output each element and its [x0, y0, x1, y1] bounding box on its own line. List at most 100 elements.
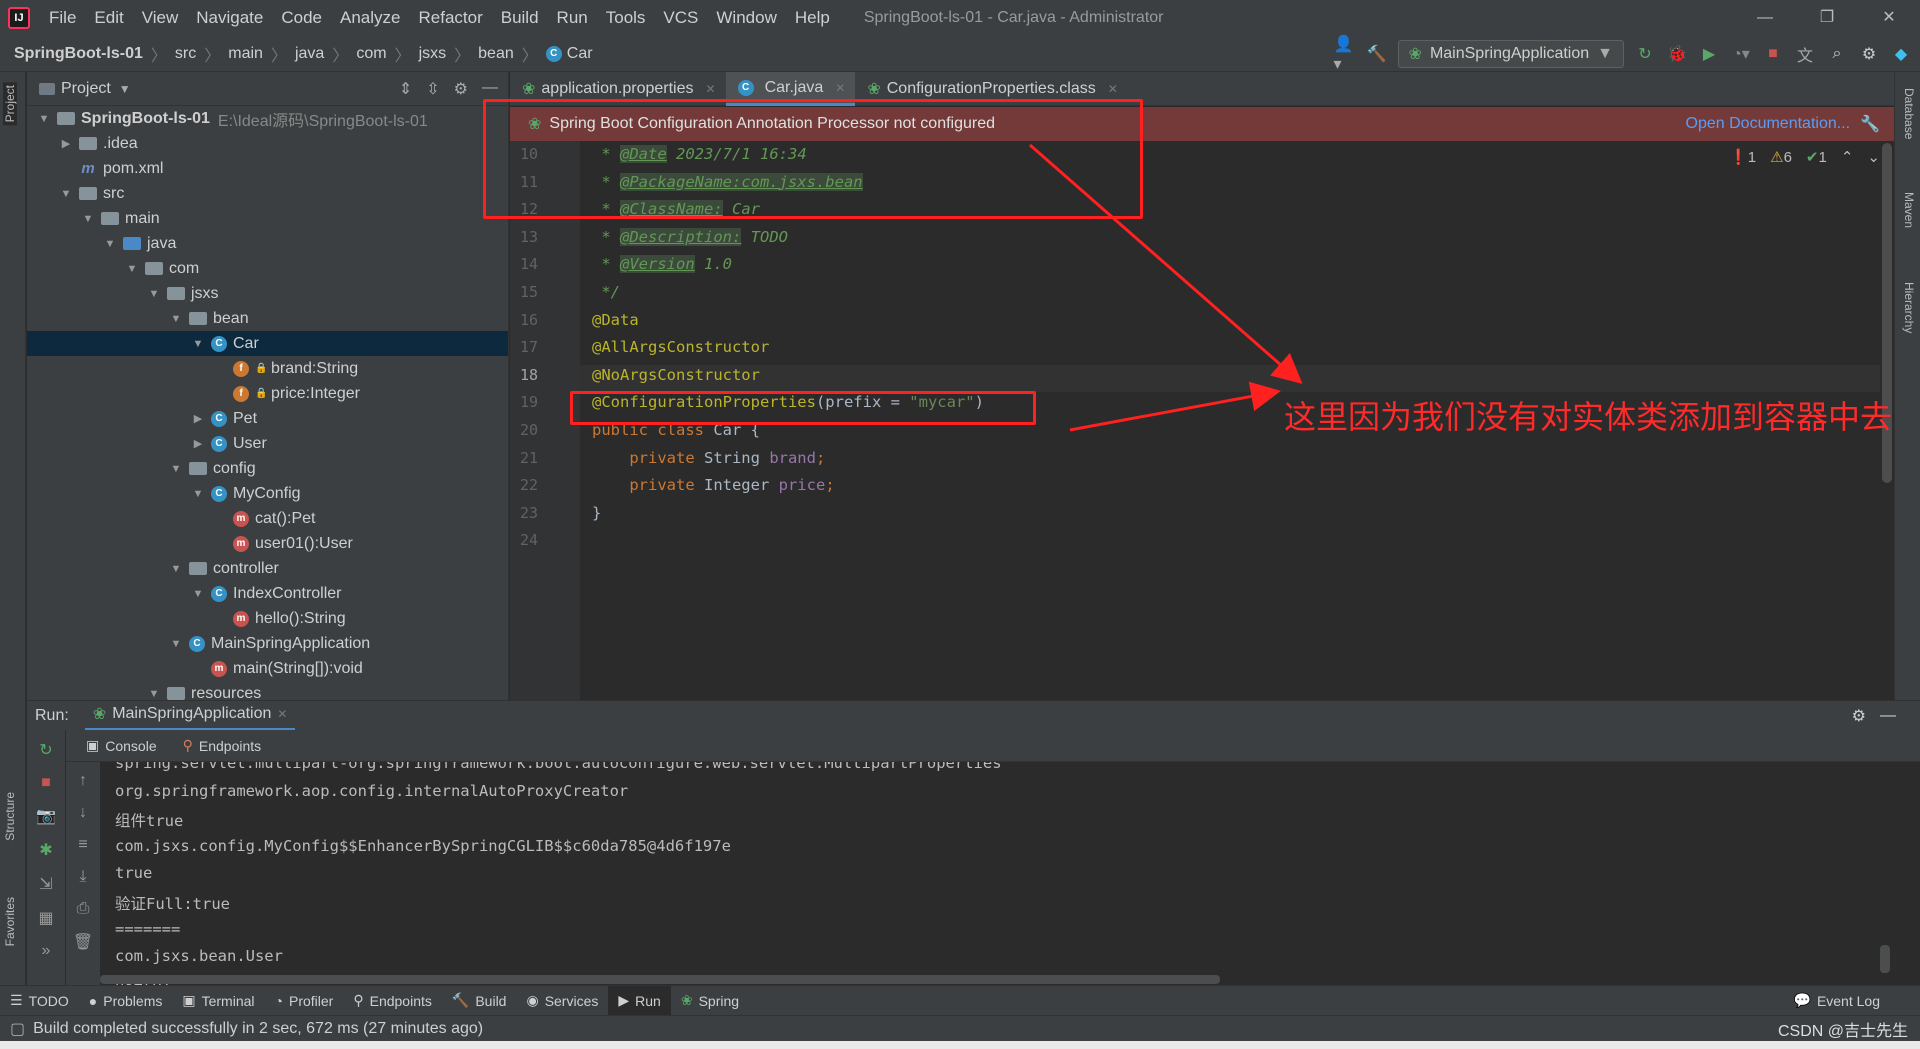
user-icon[interactable]: 👤▾	[1334, 36, 1356, 73]
debug-icon[interactable]: 🐞	[1666, 43, 1688, 65]
tree-item[interactable]: m cat():Pet	[27, 506, 508, 531]
build-hammer-icon[interactable]: 🔨	[1366, 43, 1388, 65]
stop-icon[interactable]: ■	[1762, 43, 1784, 65]
tool-window-problems[interactable]: ● Problems	[79, 986, 173, 1016]
breadcrumb-item[interactable]: main	[228, 45, 263, 63]
gear-icon[interactable]: ⚙	[454, 79, 468, 99]
event-log-button[interactable]: 💬 Event Log	[1784, 986, 1920, 1016]
console-horizontal-scrollbar[interactable]	[100, 975, 1220, 984]
expand-arrow-icon[interactable]: ▼	[147, 688, 161, 700]
tool-window-profiler[interactable]: ◔ Profiler	[265, 986, 344, 1016]
expand-arrow-icon[interactable]: ▼	[59, 188, 73, 200]
ok-count[interactable]: ✔1	[1806, 148, 1827, 166]
tree-item[interactable]: ▼ src	[27, 181, 508, 206]
gear-icon[interactable]: ⚙	[1852, 706, 1866, 726]
tool-window-services[interactable]: ◉ Services	[516, 986, 608, 1016]
tree-item[interactable]: ▼ C MainSpringApplication	[27, 631, 508, 656]
tree-item[interactable]: ▼ java	[27, 231, 508, 256]
tool-window-terminal[interactable]: ▣ Terminal	[172, 986, 264, 1016]
tree-item[interactable]: m user01():User	[27, 531, 508, 556]
project-panel-title[interactable]: Project	[61, 80, 111, 98]
run-configuration-select[interactable]: ❀ MainSpringApplication ▼	[1397, 40, 1624, 68]
rerun-icon[interactable]: ↻	[1634, 43, 1656, 65]
expand-arrow-icon[interactable]: ▼	[169, 638, 183, 650]
close-icon[interactable]: ✕	[835, 81, 845, 95]
expand-arrow-icon[interactable]: ▼	[169, 463, 183, 475]
next-highlight-icon[interactable]: ⌄	[1867, 148, 1880, 166]
menu-item-window[interactable]: Window	[707, 8, 785, 28]
menu-item-help[interactable]: Help	[786, 8, 839, 28]
tool-window-spring[interactable]: ❀ Spring	[671, 986, 749, 1016]
tree-item[interactable]: ▼ resources	[27, 681, 508, 700]
expand-arrow-icon[interactable]: ▼	[169, 313, 183, 325]
inspection-widget[interactable]: ❗1 ⚠6 ✔1 ⌃ ⌄	[1729, 148, 1880, 166]
open-documentation-link[interactable]: Open Documentation...	[1686, 115, 1851, 133]
hide-panel-icon[interactable]: —	[1880, 707, 1896, 725]
expand-arrow-icon[interactable]: ▼	[103, 238, 117, 250]
expand-arrow-icon[interactable]: ▼	[191, 588, 205, 600]
console-output[interactable]: spring.servlet.multipart-org.springframe…	[100, 762, 1894, 985]
menu-item-edit[interactable]: Edit	[85, 8, 132, 28]
down-arrow-icon[interactable]: ↓	[79, 804, 87, 822]
search-icon[interactable]: ⌕	[1826, 43, 1848, 65]
expand-all-icon[interactable]: ⇕	[399, 79, 412, 99]
restore-button[interactable]: ❐	[1796, 0, 1858, 36]
collapse-all-icon[interactable]: ⇳	[426, 79, 439, 99]
expand-arrow-icon[interactable]: ▼	[125, 263, 139, 275]
close-window-button[interactable]: ✕	[1858, 0, 1920, 36]
minimize-button[interactable]: —	[1734, 0, 1796, 36]
profile-icon[interactable]: ◔▾	[1730, 43, 1752, 65]
menu-item-file[interactable]: File	[40, 8, 85, 28]
project-tool-tab[interactable]: Project	[3, 82, 17, 126]
expand-arrow-icon[interactable]: ▼	[191, 338, 205, 350]
up-arrow-icon[interactable]: ↑	[79, 772, 87, 790]
coverage-icon[interactable]: ▶	[1698, 43, 1720, 65]
translate-icon[interactable]: 文	[1794, 43, 1816, 65]
chevron-down-icon[interactable]: ▼	[119, 82, 131, 96]
soft-wrap-icon[interactable]: ≡	[78, 836, 87, 854]
status-icon[interactable]: ▢	[10, 1019, 25, 1039]
tree-item[interactable]: ▶ C User	[27, 431, 508, 456]
tree-item[interactable]: f 🔒 brand:String	[27, 356, 508, 381]
tree-item[interactable]: ▼ jsxs	[27, 281, 508, 306]
tree-item[interactable]: ▼ SpringBoot-ls-01 E:\Ideal源码\SpringBoot-l…	[27, 106, 508, 131]
tree-item[interactable]: ▼ config	[27, 456, 508, 481]
menu-item-run[interactable]: Run	[548, 8, 597, 28]
expand-arrow-icon[interactable]: ▶	[59, 137, 73, 150]
tree-item[interactable]: f 🔒 price:Integer	[27, 381, 508, 406]
tree-item[interactable]: ▶ .idea	[27, 131, 508, 156]
stop-icon[interactable]: ■	[41, 774, 51, 792]
gear-icon[interactable]: ⚙	[1858, 43, 1880, 65]
debug-icon[interactable]: ✱	[39, 840, 52, 860]
hierarchy-tool-tab[interactable]: Hierarchy	[1902, 282, 1916, 333]
console-tab[interactable]: ▣ Console	[80, 737, 163, 754]
expand-arrow-icon[interactable]: ▼	[81, 213, 95, 225]
menu-item-navigate[interactable]: Navigate	[187, 8, 272, 28]
tool-window-endpoints[interactable]: ⚲ Endpoints	[343, 986, 442, 1016]
tree-item[interactable]: ▼ com	[27, 256, 508, 281]
breadcrumb-item[interactable]: java	[295, 45, 324, 63]
print-icon[interactable]: ⎙	[77, 900, 90, 918]
expand-arrow-icon[interactable]: ▶	[191, 437, 205, 450]
favorites-tool-tab[interactable]: Favorites	[3, 897, 17, 946]
tool-window-run[interactable]: ▶ Run	[608, 985, 671, 1016]
tree-item[interactable]: m main(String[]):void	[27, 656, 508, 681]
tree-item[interactable]: ▼ controller	[27, 556, 508, 581]
tree-item[interactable]: ▼ C Car	[27, 331, 508, 356]
database-tool-tab[interactable]: Database	[1902, 88, 1916, 139]
tree-item[interactable]: ▼ main	[27, 206, 508, 231]
breadcrumb-item[interactable]: src	[175, 45, 196, 63]
trash-icon[interactable]: 🗑	[73, 932, 93, 952]
scroll-to-end-icon[interactable]: ⤓	[79, 868, 86, 886]
endpoints-tab[interactable]: ⚲ Endpoints	[177, 737, 268, 754]
menu-item-vcs[interactable]: VCS	[654, 8, 707, 28]
menu-item-build[interactable]: Build	[492, 8, 548, 28]
breadcrumb-item[interactable]: com	[356, 45, 386, 63]
expand-arrow-icon[interactable]: ▼	[37, 113, 51, 125]
menu-item-code[interactable]: Code	[272, 8, 331, 28]
expand-arrow-icon[interactable]: ▶	[191, 412, 205, 425]
close-icon[interactable]: ✕	[706, 82, 716, 96]
close-icon[interactable]: ✕	[277, 707, 287, 721]
error-count[interactable]: ❗1	[1729, 148, 1756, 166]
tree-item[interactable]: ▼ bean	[27, 306, 508, 331]
